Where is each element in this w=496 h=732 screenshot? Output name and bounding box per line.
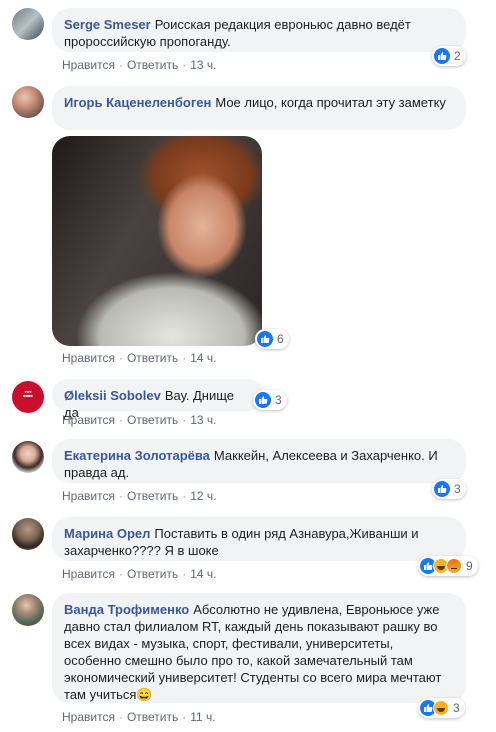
reaction-count: 2 bbox=[454, 49, 461, 63]
reaction-summary[interactable]: 2 bbox=[432, 46, 466, 66]
reply-link[interactable]: Ответить bbox=[127, 567, 178, 581]
comment-time[interactable]: 13 ч. bbox=[190, 58, 216, 72]
comment-actions: Нравится · Ответить · 14 ч. bbox=[62, 351, 217, 365]
avatar[interactable] bbox=[12, 441, 44, 473]
like-link[interactable]: Нравится bbox=[62, 489, 115, 503]
avatar[interactable] bbox=[12, 594, 44, 626]
like-link[interactable]: Нравится bbox=[62, 58, 115, 72]
comment-bubble: Serge Smeser Роисская редакция евроньюс д… bbox=[52, 8, 466, 52]
comment-text: Абсолютно не удивлена, Евроньюсе уже дав… bbox=[64, 602, 442, 702]
comment-actions: Нравится · Ответить · 12 ч. bbox=[62, 489, 217, 503]
comment-author[interactable]: Ванда Трофименко bbox=[64, 602, 189, 617]
comment-bubble: Игорь Каценеленбоген Мое лицо, когда проч… bbox=[52, 86, 466, 130]
comment-author[interactable]: Serge Smeser bbox=[64, 17, 151, 32]
reaction-count: 3 bbox=[454, 482, 461, 496]
reply-link[interactable]: Ответить bbox=[127, 413, 178, 427]
reaction-summary[interactable]: 3 bbox=[418, 698, 465, 718]
reply-link[interactable]: Ответить bbox=[127, 58, 178, 72]
comment-bubble: Øleksii Sobolev Вау. Днище да bbox=[52, 379, 264, 420]
comment-time[interactable]: 14 ч. bbox=[190, 567, 216, 581]
like-link[interactable]: Нравится bbox=[62, 413, 115, 427]
haha-icon bbox=[433, 700, 449, 716]
reaction-summary[interactable]: 6 bbox=[255, 329, 289, 349]
like-link[interactable]: Нравится bbox=[62, 351, 115, 365]
like-icon bbox=[434, 481, 450, 497]
angry-icon bbox=[446, 558, 462, 574]
comment-bubble: Марина Орел Поставить в один ряд Азнавура… bbox=[52, 517, 466, 561]
comment-author[interactable]: Øleksii Sobolev bbox=[64, 388, 161, 403]
reaction-summary[interactable]: 3 bbox=[432, 479, 466, 499]
comment-photo[interactable] bbox=[52, 136, 262, 346]
comment-actions: Нравится · Ответить · 13 ч. bbox=[62, 413, 217, 427]
reaction-summary[interactable]: 3 bbox=[253, 390, 287, 410]
like-link[interactable]: Нравится bbox=[62, 567, 115, 581]
reaction-count: 9 bbox=[466, 559, 473, 573]
comment-author[interactable]: Екатерина Золотарёва bbox=[64, 448, 210, 463]
comment-actions: Нравится · Ответить · 13 ч. bbox=[62, 58, 217, 72]
comment-time[interactable]: 12 ч. bbox=[190, 489, 216, 503]
comment-actions: Нравится · Ответить · 14 ч. bbox=[62, 567, 217, 581]
reaction-count: 6 bbox=[277, 332, 284, 346]
avatar[interactable] bbox=[12, 86, 44, 118]
comment-author[interactable]: Игорь Каценеленбоген bbox=[64, 95, 211, 110]
comment-time[interactable]: 13 ч. bbox=[190, 413, 216, 427]
comment-author[interactable]: Марина Орел bbox=[64, 526, 150, 541]
avatar[interactable]: ●●● ■■■■ bbox=[12, 381, 44, 413]
comment-actions: Нравится · Ответить · 11 ч. bbox=[62, 710, 216, 724]
reaction-summary[interactable]: 9 bbox=[418, 556, 478, 576]
comment-bubble: Екатерина Золотарёва Маккейн, Алексеева и… bbox=[52, 439, 466, 483]
reply-link[interactable]: Ответить bbox=[127, 351, 178, 365]
reaction-count: 3 bbox=[275, 393, 282, 407]
avatar[interactable] bbox=[12, 518, 44, 550]
like-link[interactable]: Нравится bbox=[62, 710, 115, 724]
comment-text: Мое лицо, когда прочитал эту заметку bbox=[215, 95, 446, 110]
comment-time[interactable]: 14 ч. bbox=[190, 351, 216, 365]
like-icon bbox=[255, 392, 271, 408]
like-icon bbox=[257, 331, 273, 347]
comment-bubble: Ванда Трофименко Абсолютно не удивлена, Е… bbox=[52, 593, 466, 703]
reaction-count: 3 bbox=[453, 701, 460, 715]
like-icon bbox=[434, 48, 450, 64]
avatar[interactable] bbox=[12, 8, 44, 40]
comment-time[interactable]: 11 ч. bbox=[190, 710, 215, 724]
reply-link[interactable]: Ответить bbox=[127, 710, 178, 724]
reply-link[interactable]: Ответить bbox=[127, 489, 178, 503]
